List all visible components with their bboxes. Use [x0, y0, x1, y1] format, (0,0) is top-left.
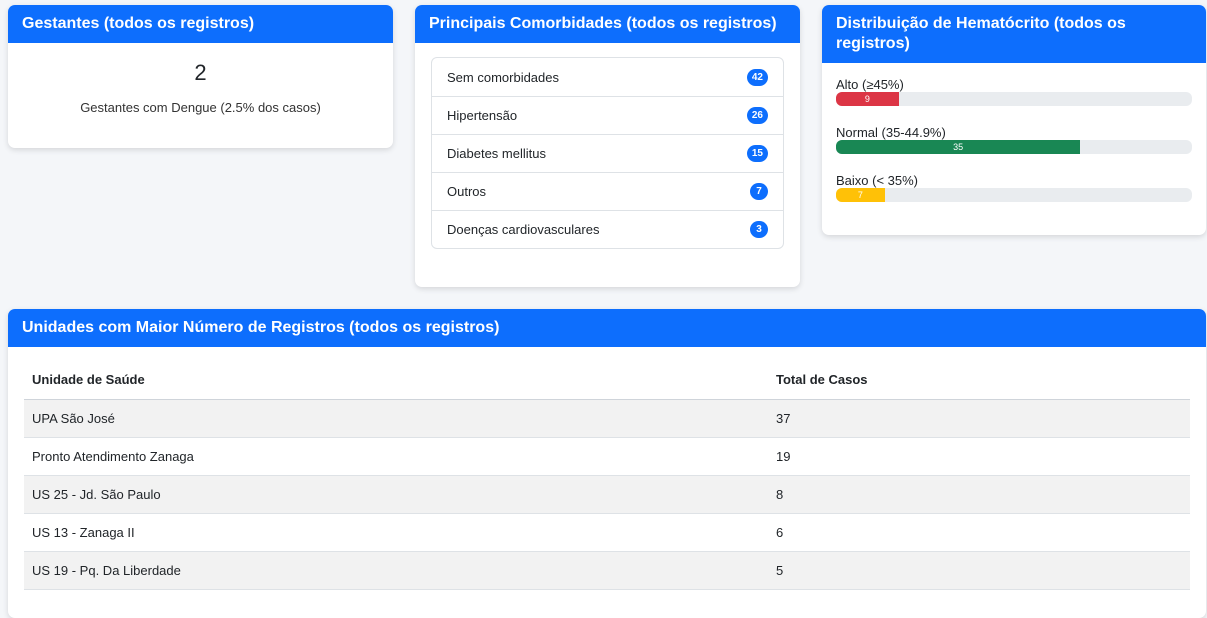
hematocrito-distribution: Alto (≥45%) 9 Normal (35-44.9%) 35 Baixo…: [822, 63, 1206, 202]
hematocrito-baixo-label: Baixo (< 35%): [836, 173, 919, 188]
comorbidade-label: Outros: [447, 184, 487, 199]
unidades-card: Unidades com Maior Número de Registros (…: [8, 309, 1206, 618]
hematocrito-card: Distribuição de Hematócrito (todos os re…: [822, 5, 1206, 235]
hematocrito-baixo-progress: 7: [836, 188, 1192, 202]
column-header-total: Total de Casos: [768, 361, 1190, 400]
table-row: UPA São José 37: [24, 399, 1190, 438]
total-cases-cell: 37: [768, 399, 1190, 438]
unidades-card-title: Unidades com Maior Número de Registros (…: [8, 309, 1206, 347]
list-item: Hipertensão 26: [432, 96, 783, 134]
count-badge: 15: [746, 145, 768, 162]
gestantes-count: 2: [194, 60, 207, 85]
hematocrito-alto-label: Alto (≥45%): [836, 77, 904, 92]
total-cases-cell: 8: [768, 475, 1190, 514]
total-cases-cell: 5: [768, 551, 1190, 590]
unidade-name-cell: Pronto Atendimento Zanaga: [24, 437, 768, 476]
comorbidades-card: Principais Comorbidades (todos os regist…: [415, 5, 800, 287]
table-row: US 25 - Jd. São Paulo 8: [24, 475, 1190, 514]
table-row: US 13 - Zanaga II 6: [24, 513, 1190, 552]
table-row: Pronto Atendimento Zanaga 19: [24, 437, 1190, 476]
hematocrito-normal-label: Normal (35-44.9%): [836, 125, 946, 140]
list-item: Sem comorbidades 42: [432, 58, 783, 96]
gestantes-card: Gestantes (todos os registros) 2 Gestant…: [8, 5, 393, 148]
unidade-name-cell: US 19 - Pq. Da Liberdade: [24, 551, 768, 590]
comorbidade-label: Doenças cardiovasculares: [447, 222, 600, 237]
comorbidades-list: Sem comorbidades 42 Hipertensão 26 Diabe…: [431, 57, 784, 249]
count-badge: 7: [750, 183, 768, 200]
list-item: Diabetes mellitus 15: [432, 134, 783, 172]
unidade-name-cell: UPA São José: [24, 399, 768, 438]
gestantes-card-title: Gestantes (todos os registros): [8, 5, 393, 43]
comorbidade-label: Hipertensão: [447, 108, 518, 123]
count-badge: 3: [750, 221, 768, 238]
hematocrito-alto-progress: 9: [836, 92, 1192, 106]
count-badge: 42: [746, 68, 768, 86]
table-row: US 19 - Pq. Da Liberdade 5: [24, 551, 1190, 590]
total-cases-cell: 19: [768, 437, 1190, 476]
hematocrito-normal-bar: 35: [836, 140, 1081, 154]
total-cases-cell: 6: [768, 513, 1190, 552]
unidade-name-cell: US 25 - Jd. São Paulo: [24, 475, 768, 514]
table-header-row: Unidade de Saúde Total de Casos: [24, 361, 1190, 400]
list-item: Outros 7: [432, 172, 783, 210]
comorbidade-label: Diabetes mellitus: [447, 146, 546, 161]
hematocrito-normal-progress: 35: [836, 140, 1192, 154]
gestantes-description: Gestantes com Dengue (2.5% dos casos): [80, 100, 321, 115]
count-badge: 26: [746, 107, 768, 124]
unidade-name-cell: US 13 - Zanaga II: [24, 513, 768, 552]
hematocrito-card-title: Distribuição de Hematócrito (todos os re…: [822, 5, 1206, 63]
comorbidades-card-title: Principais Comorbidades (todos os regist…: [415, 5, 800, 43]
hematocrito-alto-bar: 9: [836, 92, 899, 106]
comorbidade-label: Sem comorbidades: [447, 69, 559, 85]
column-header-unidade: Unidade de Saúde: [24, 361, 768, 400]
list-item: Doenças cardiovasculares 3: [432, 210, 783, 248]
unidades-table: Unidade de Saúde Total de Casos UPA São …: [24, 361, 1190, 590]
hematocrito-baixo-bar: 7: [836, 188, 885, 202]
